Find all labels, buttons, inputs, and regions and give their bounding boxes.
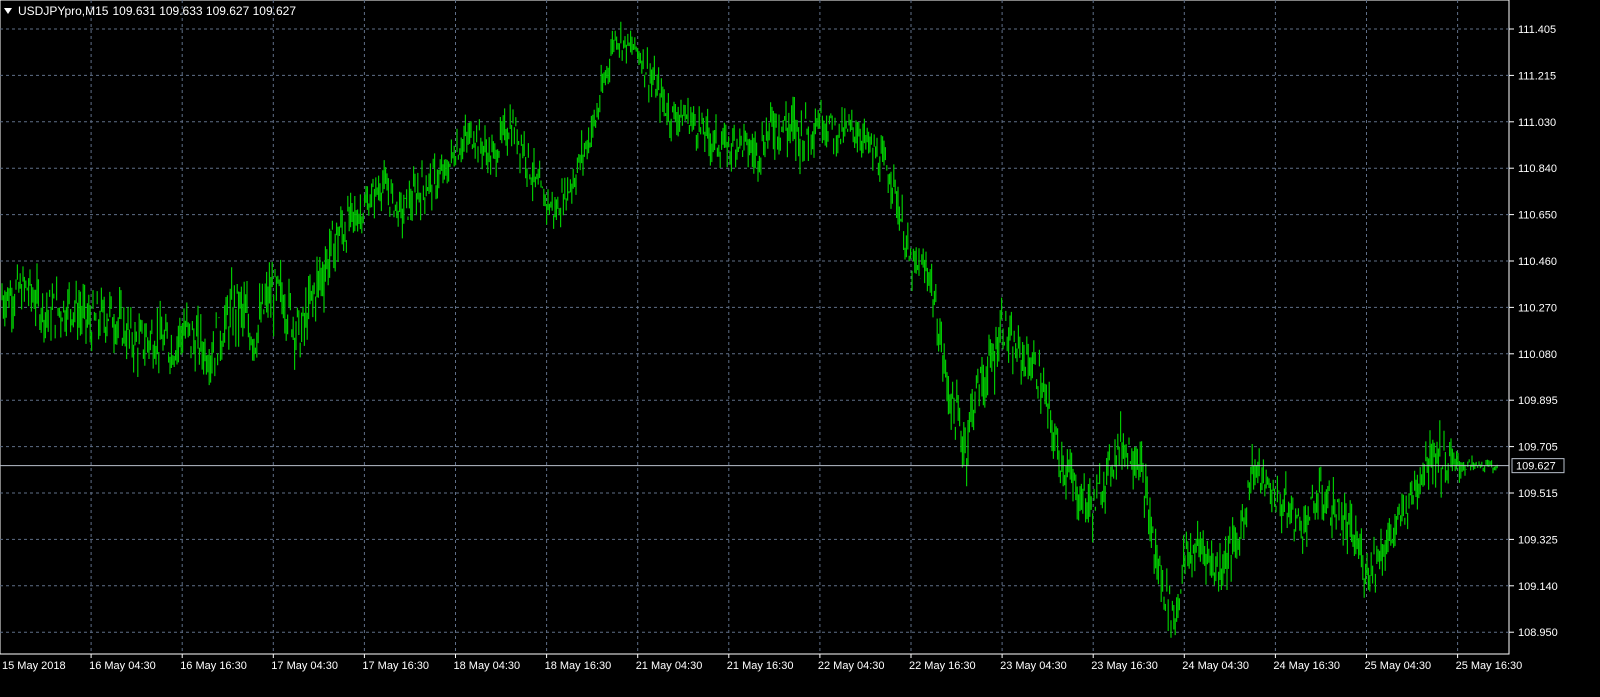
chart-area[interactable]: 109.627 111.405 111.215 111.030 110.840 110.…	[0, 0, 1600, 692]
y-tick-label: 109.140	[1518, 581, 1558, 593]
y-tick-label: 109.895	[1518, 395, 1558, 407]
x-tick-label: 17 May 16:30	[362, 660, 429, 672]
x-tick-label: 24 May 04:30	[1182, 660, 1249, 672]
y-tick-label: 108.950	[1518, 627, 1558, 639]
triangle-down-icon[interactable]	[4, 8, 12, 14]
x-tick-label: 17 May 04:30	[271, 660, 338, 672]
x-tick-label: 22 May 04:30	[818, 660, 885, 672]
y-tick-label: 111.030	[1518, 117, 1556, 129]
x-tick-label: 18 May 16:30	[545, 660, 612, 672]
symbol-timeframe: USDJPYpro,M15	[18, 4, 109, 18]
x-tick-label: 23 May 16:30	[1091, 660, 1158, 672]
y-tick-label: 111.405	[1518, 24, 1556, 36]
y-tick-label: 110.270	[1518, 302, 1557, 314]
x-tick-label: 16 May 04:30	[89, 660, 156, 672]
y-tick-label: 111.215	[1518, 70, 1556, 82]
y-tick-label: 109.325	[1518, 534, 1558, 546]
price-axis: 111.405 111.215 111.030 110.840 110.650 110.4…	[1509, 24, 1558, 639]
ohlc-values: 109.631 109.633 109.627 109.627	[112, 4, 296, 18]
y-tick-label: 110.460	[1518, 256, 1557, 268]
x-tick-label: 21 May 16:30	[727, 660, 794, 672]
y-tick-label: 110.650	[1518, 210, 1557, 222]
bid-price-label: 109.627	[1516, 461, 1556, 473]
chart-header: USDJPYpro,M15 109.631 109.633 109.627 10…	[4, 4, 296, 18]
x-tick-label: 18 May 04:30	[454, 660, 521, 672]
price-chart[interactable]: 109.627 111.405 111.215 111.030 110.840 110.…	[0, 0, 1600, 692]
x-tick-label: 21 May 04:30	[636, 660, 703, 672]
x-tick-label: 16 May 16:30	[180, 660, 247, 672]
y-tick-label: 110.080	[1518, 349, 1557, 361]
x-tick-label: 24 May 16:30	[1273, 660, 1340, 672]
x-tick-label: 15 May 2018	[2, 660, 66, 672]
x-tick-label: 22 May 16:30	[909, 660, 976, 672]
x-tick-label: 25 May 16:30	[1456, 660, 1523, 672]
y-tick-label: 109.705	[1518, 442, 1558, 454]
x-tick-label: 25 May 04:30	[1365, 660, 1432, 672]
time-axis: 15 May 2018 16 May 04:30 16 May 16:30 17 Ma…	[2, 654, 1522, 672]
y-tick-label: 110.840	[1518, 163, 1557, 175]
y-tick-label: 109.515	[1518, 488, 1558, 500]
x-tick-label: 23 May 04:30	[1000, 660, 1067, 672]
